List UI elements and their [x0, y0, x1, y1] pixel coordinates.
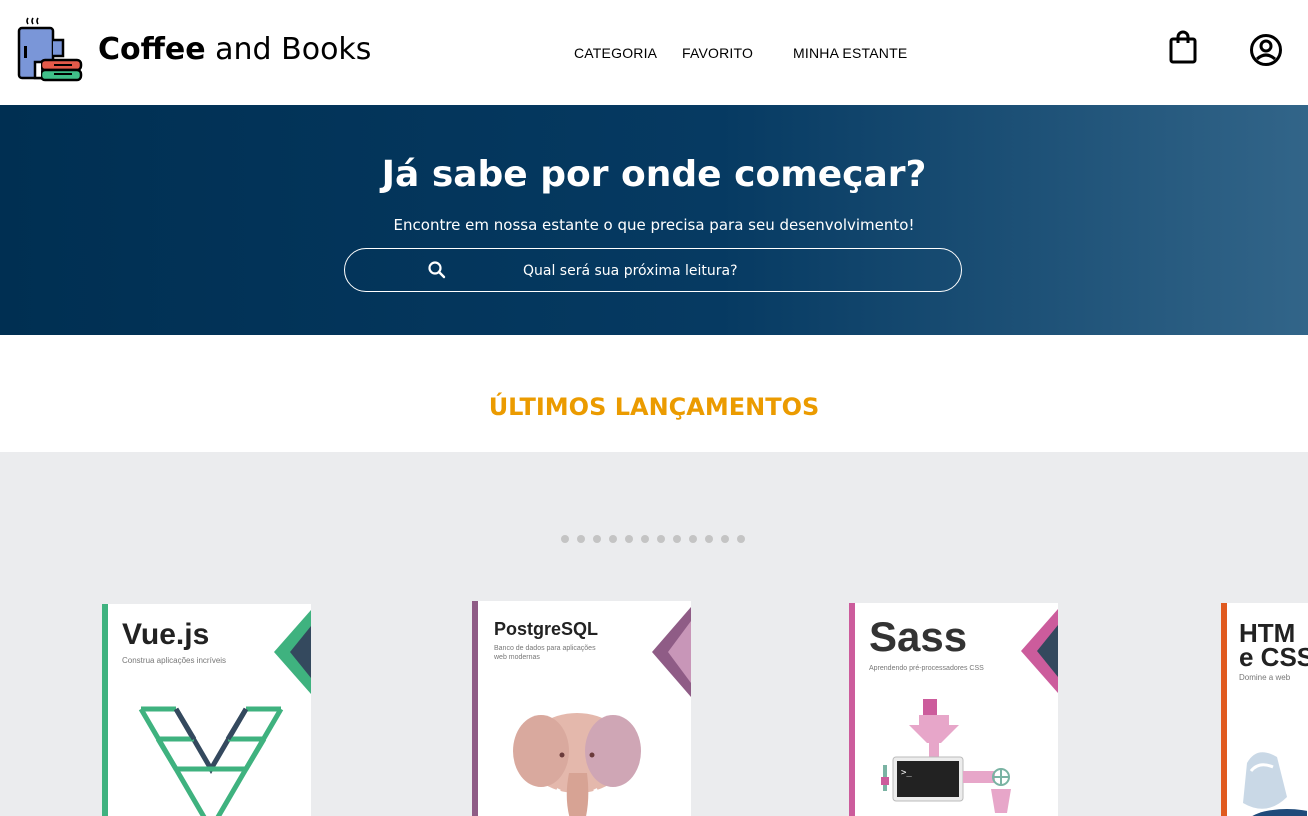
book-spine: [102, 604, 108, 816]
book-corner-decoration: [652, 607, 691, 697]
book-subtitle: Construa aplicações incríveis: [122, 656, 227, 665]
carousel-dots: [561, 535, 745, 543]
section-title: ÚLTIMOS LANÇAMENTOS: [488, 393, 820, 421]
search-icon[interactable]: [427, 260, 447, 280]
coffee-books-logo-icon[interactable]: [16, 16, 86, 82]
svg-text:>_: >_: [901, 768, 912, 778]
carousel-dot[interactable]: [721, 535, 729, 543]
hero-title: Já sabe por onde começar?: [381, 154, 927, 195]
nav-minha-estante[interactable]: MINHA ESTANTE: [793, 44, 907, 62]
books-carousel[interactable]: Vue.js Construa aplicações incríveis Pos…: [0, 452, 1308, 816]
carousel-dot[interactable]: [705, 535, 713, 543]
carousel-dot[interactable]: [737, 535, 745, 543]
hero-subtitle: Encontre em nossa estante o que precisa …: [393, 216, 915, 234]
carousel-dot[interactable]: [673, 535, 681, 543]
carousel-dot[interactable]: [657, 535, 665, 543]
book-card-vuejs[interactable]: Vue.js Construa aplicações incríveis: [102, 604, 311, 816]
book-spine: [849, 603, 855, 816]
book-corner-decoration: [274, 610, 311, 694]
search-box[interactable]: [344, 248, 962, 292]
book-subtitle: Domine a web: [1239, 673, 1291, 682]
vue-logo-image: [138, 706, 284, 816]
book-title: Vue.js: [122, 618, 210, 651]
carousel-dot[interactable]: [561, 535, 569, 543]
carousel-dot[interactable]: [609, 535, 617, 543]
book-title: Sass: [869, 613, 968, 660]
sass-machine-image: >_: [881, 699, 1011, 813]
book-card-html-css[interactable]: HTM e CSS Domine a web: [1221, 603, 1308, 816]
elephant-image: [513, 713, 641, 816]
brand-regular: and Books: [205, 32, 372, 67]
book-subtitle: Banco de dados para aplicações: [494, 645, 596, 652]
carousel-dot[interactable]: [593, 535, 601, 543]
book-title: PostgreSQL: [494, 619, 599, 639]
search-input[interactable]: [523, 261, 823, 281]
book-cover-image: [1243, 752, 1307, 816]
nav-categoria[interactable]: CATEGORIA: [574, 44, 657, 62]
user-account-icon[interactable]: [1249, 33, 1283, 67]
book-card-postgresql[interactable]: PostgreSQL Banco de dados para aplicaçõe…: [472, 601, 691, 816]
carousel-dot[interactable]: [641, 535, 649, 543]
cart-bag-icon[interactable]: [1168, 30, 1198, 64]
book-title-line2: e CSS: [1239, 642, 1308, 672]
book-spine: [472, 601, 478, 816]
brand-bold: Coffee: [98, 32, 206, 67]
carousel-dot[interactable]: [689, 535, 697, 543]
hero-banner: Já sabe por onde começar? Encontre em no…: [0, 105, 1308, 335]
brand-name[interactable]: Coffee and Books: [98, 32, 371, 68]
carousel-dot[interactable]: [577, 535, 585, 543]
book-subtitle-line2: web modernas: [494, 654, 540, 661]
book-card-sass[interactable]: Sass Aprendendo pré-processadores CSS >_: [849, 603, 1058, 816]
nav-favorito[interactable]: FAVORITO: [682, 44, 753, 62]
book-corner-decoration: [1021, 609, 1058, 693]
book-subtitle: Aprendendo pré-processadores CSS: [869, 665, 984, 672]
header: Coffee and Books CATEGORIA FAVORITO MINH…: [0, 0, 1308, 105]
carousel-dot[interactable]: [625, 535, 633, 543]
